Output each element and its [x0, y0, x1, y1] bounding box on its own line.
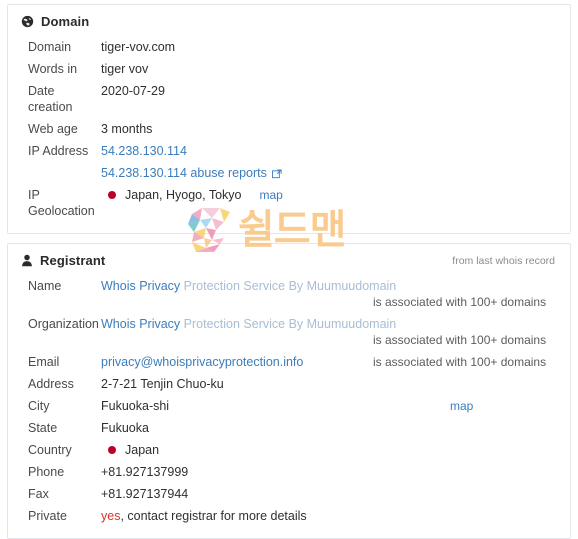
table-row: Web age 3 months	[8, 118, 570, 140]
registrant-address-value: 2-7-21 Tenjin Chuo-ku	[101, 377, 224, 391]
row-value: Japan, Hyogo, Tokyo map	[101, 187, 570, 203]
table-row: Domain tiger-vov.com	[8, 36, 570, 58]
registrant-name-link[interactable]: Whois Privacy Protection Service By Muum…	[101, 278, 396, 294]
row-label: Name	[28, 279, 62, 293]
row-value: yes, contact registrar for more details	[101, 508, 570, 524]
row-label: Date creation	[28, 84, 73, 114]
row-value: Japan	[101, 442, 570, 458]
geo-map-slot: map	[260, 187, 550, 203]
ip-geolocation-value: Japan, Hyogo, Tokyo	[125, 188, 242, 202]
table-row: Date creation 2020-07-29	[8, 80, 570, 118]
registrant-fax-value: +81.927137944	[101, 487, 189, 501]
ip-abuse-reports: 54.238.130.114 abuse reports	[101, 165, 282, 181]
registrant-card-header: Registrant from last whois record	[8, 244, 570, 271]
registrant-card: Registrant from last whois record Name W…	[7, 243, 571, 539]
words-in-value: tiger vov	[101, 62, 149, 76]
row-label: State	[28, 421, 58, 435]
table-row: Address 2-7-21 Tenjin Chuo-ku	[8, 373, 570, 395]
map-link[interactable]: map	[450, 399, 473, 413]
assoc-note: is associated with 100+ domains	[373, 355, 547, 369]
table-row: Phone +81.927137999	[8, 461, 570, 483]
registrant-email-link[interactable]: privacy@whoisprivacyprotection.info	[101, 354, 303, 370]
registrant-country-value: Japan	[125, 443, 160, 457]
row-label: Country	[28, 443, 72, 457]
table-row: Country Japan	[8, 439, 570, 461]
domain-value: tiger-vov.com	[101, 40, 176, 54]
registrant-org-strong[interactable]: Whois Privacy	[101, 317, 180, 331]
row-value: 54.238.130.114 54.238.130.114 abuse repo…	[101, 143, 570, 181]
registrant-city-value: Fukuoka-shi	[101, 399, 170, 413]
row-label: IP Address	[28, 144, 89, 158]
row-label: Private	[28, 509, 67, 523]
private-yes: yes	[101, 509, 121, 523]
registrant-name-soft[interactable]: Protection Service By Muumuudomain	[180, 279, 397, 293]
registrant-phone-value: +81.927137999	[101, 465, 189, 479]
row-value: 3 months	[101, 121, 570, 137]
whois-report-page: Domain Domain tiger-vov.com Words in tig…	[0, 0, 578, 539]
registrant-rows: Name Whois Privacy Protection Service By…	[8, 271, 570, 538]
ip-abuse-reports-link[interactable]: 54.238.130.114 abuse reports	[101, 166, 267, 180]
table-row: Words in tiger vov	[8, 58, 570, 80]
domain-card-title: Domain	[21, 15, 89, 28]
row-label: Words in	[28, 62, 78, 76]
map-link[interactable]: map	[260, 188, 283, 202]
table-row: IP Geolocation Japan, Hyogo, Tokyo map	[8, 184, 570, 222]
registrant-card-title-text: Registrant	[40, 253, 106, 268]
assoc-note: is associated with 100+ domains	[373, 333, 547, 347]
table-row: Organization Whois Privacy Protection Se…	[8, 313, 570, 351]
row-value: tiger-vov.com	[101, 39, 570, 55]
table-row: Email privacy@whoisprivacyprotection.inf…	[8, 351, 570, 373]
row-label: Organization	[28, 317, 99, 331]
web-age-value: 3 months	[101, 122, 153, 136]
registrant-state-value: Fukuoka	[101, 421, 149, 435]
row-value: Fukuoka-shi map	[101, 398, 570, 414]
external-link-icon[interactable]	[271, 169, 282, 179]
registrant-card-title: Registrant	[21, 254, 105, 267]
registrant-name-strong[interactable]: Whois Privacy	[101, 279, 180, 293]
private-rest: , contact registrar for more details	[120, 509, 307, 523]
row-value: Whois Privacy Protection Service By Muum…	[101, 316, 570, 348]
table-row: Private yes, contact registrar for more …	[8, 505, 570, 527]
row-label: IP Geolocation	[28, 188, 95, 218]
city-map-slot: map	[450, 398, 570, 414]
domain-card: Domain Domain tiger-vov.com Words in tig…	[7, 4, 571, 234]
table-row: Fax +81.927137944	[8, 483, 570, 505]
domain-rows: Domain tiger-vov.com Words in tiger vov …	[8, 32, 570, 233]
table-row: Name Whois Privacy Protection Service By…	[8, 275, 570, 313]
row-label: City	[28, 399, 50, 413]
assoc-note: is associated with 100+ domains	[373, 295, 547, 309]
whois-record-note: from last whois record	[452, 254, 555, 267]
user-icon	[21, 254, 33, 267]
globe-icon	[21, 15, 34, 28]
table-row: State Fukuoka	[8, 417, 570, 439]
japan-flag-icon	[108, 446, 116, 454]
row-label: Fax	[28, 487, 49, 501]
table-row: City Fukuoka-shi map	[8, 395, 570, 417]
ip-address-link[interactable]: 54.238.130.114	[101, 143, 282, 159]
row-value: +81.927137944	[101, 486, 570, 502]
row-label: Domain	[28, 40, 72, 54]
domain-card-header: Domain	[8, 5, 570, 32]
row-value: tiger vov	[101, 61, 570, 77]
row-value: 2020-07-29	[101, 83, 570, 99]
domain-card-title-text: Domain	[41, 14, 90, 29]
row-value: privacy@whoisprivacyprotection.info is a…	[101, 354, 570, 370]
row-value: Fukuoka	[101, 420, 570, 436]
row-value: Whois Privacy Protection Service By Muum…	[101, 278, 570, 310]
table-row: IP Address 54.238.130.114 54.238.130.114…	[8, 140, 570, 184]
row-value: +81.927137999	[101, 464, 570, 480]
date-creation-value: 2020-07-29	[101, 84, 165, 98]
row-label: Web age	[28, 122, 78, 136]
row-label: Phone	[28, 465, 65, 479]
row-value: 2-7-21 Tenjin Chuo-ku	[101, 376, 570, 392]
row-label: Address	[28, 377, 74, 391]
registrant-org-link[interactable]: Whois Privacy Protection Service By Muum…	[101, 316, 396, 332]
row-label: Email	[28, 355, 60, 369]
registrant-private-value: yes, contact registrar for more details	[101, 508, 307, 524]
registrant-org-soft[interactable]: Protection Service By Muumuudomain	[180, 317, 397, 331]
japan-flag-icon	[108, 191, 116, 199]
